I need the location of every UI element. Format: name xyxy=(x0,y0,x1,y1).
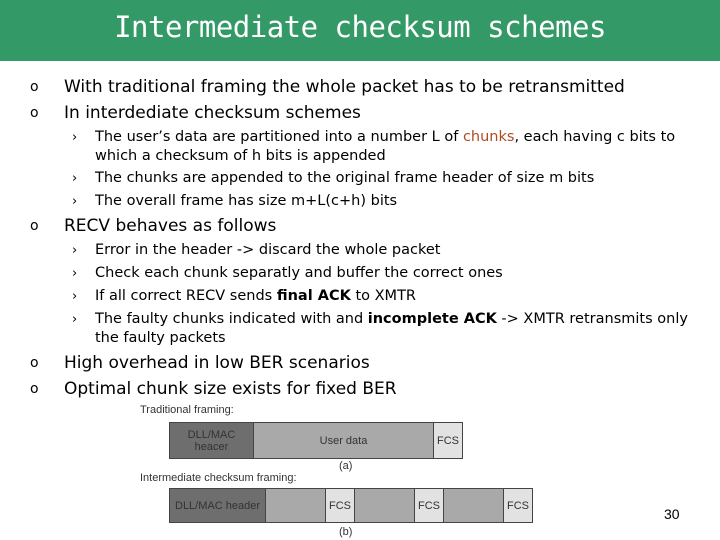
a-fcs-segment: FCS xyxy=(433,422,463,459)
chunks-highlight: chunks xyxy=(462,129,515,145)
bullet-marker: o xyxy=(30,218,39,234)
b-chunk-2 xyxy=(354,488,415,523)
caption-b: (b) xyxy=(339,526,353,538)
bullet-marker: o xyxy=(30,105,39,121)
bullet-marker: o xyxy=(30,355,39,371)
title-bar: Intermediate checksum schemes xyxy=(0,0,720,61)
b-fcs-2: FCS xyxy=(414,488,444,523)
b-chunk-3 xyxy=(443,488,504,523)
b-chunk-1 xyxy=(265,488,326,523)
caption-a: (a) xyxy=(339,460,353,472)
b-fcs-1: FCS xyxy=(325,488,355,523)
slide-title: Intermediate checksum schemes xyxy=(114,10,606,44)
b-fcs-3: FCS xyxy=(503,488,533,523)
bullet-marker: o xyxy=(30,381,39,397)
intermediate-framing-label: Intermediate checksum framing: xyxy=(140,472,297,484)
bullet-marker: o xyxy=(30,79,39,95)
a-data-segment: User data xyxy=(253,422,434,459)
b-header-segment: DLL/MAC header xyxy=(169,488,266,523)
traditional-framing-label: Traditional framing: xyxy=(140,404,234,416)
page-number: 30 xyxy=(664,506,680,522)
a-header-segment: DLL/MAC heacer xyxy=(169,422,254,459)
